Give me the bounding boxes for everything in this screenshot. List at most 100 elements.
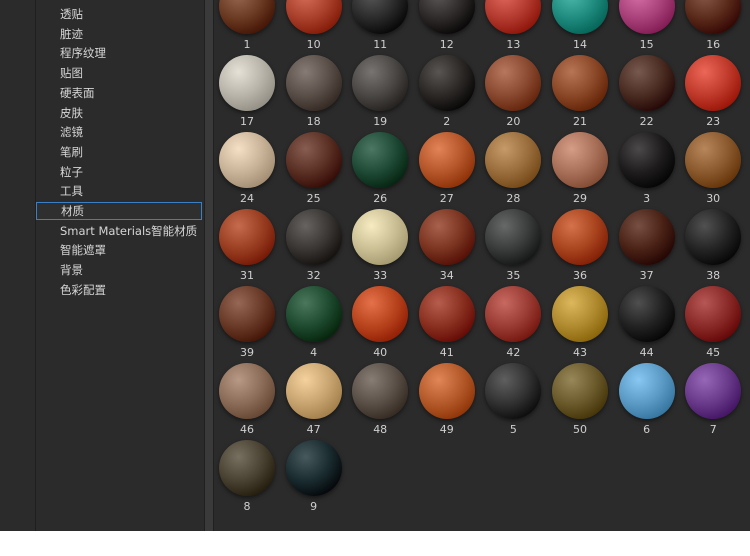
category-item-filters[interactable]: 滤镜: [36, 123, 202, 141]
material-thumbnail[interactable]: 3: [614, 132, 680, 209]
material-thumbnail[interactable]: 11: [347, 0, 413, 55]
material-preview-sphere: [352, 363, 409, 419]
material-thumbnail[interactable]: 2: [414, 55, 480, 132]
material-thumbnail[interactable]: 31: [214, 209, 280, 286]
material-thumbnail[interactable]: 40: [347, 286, 413, 363]
material-label: 50: [573, 423, 587, 436]
category-item-smart-masks[interactable]: 智能遮罩: [36, 241, 202, 259]
material-thumbnail[interactable]: 33: [347, 209, 413, 286]
material-thumbnail[interactable]: 21: [547, 55, 613, 132]
material-label: 3: [643, 192, 651, 205]
material-thumbnail[interactable]: 30: [680, 132, 746, 209]
material-thumbnail[interactable]: 46: [214, 363, 280, 440]
material-label: 44: [639, 346, 654, 359]
material-preview-sphere: [618, 363, 675, 419]
category-item-transparent-decal[interactable]: 透贴: [36, 5, 202, 23]
category-item-skin[interactable]: 皮肤: [36, 104, 202, 122]
material-thumbnail[interactable]: 8: [214, 440, 280, 517]
material-thumbnail[interactable]: 29: [547, 132, 613, 209]
material-thumbnail[interactable]: 39: [214, 286, 280, 363]
material-label: 4: [310, 346, 318, 359]
material-thumbnail[interactable]: 36: [547, 209, 613, 286]
category-item-materials[interactable]: 材质: [36, 202, 202, 220]
material-thumbnail[interactable]: 28: [480, 132, 546, 209]
material-preview-sphere: [285, 286, 342, 342]
material-thumbnail[interactable]: 35: [480, 209, 546, 286]
material-thumbnail[interactable]: 20: [480, 55, 546, 132]
material-thumbnail[interactable]: 41: [414, 286, 480, 363]
material-thumbnail[interactable]: 1: [214, 0, 280, 55]
material-thumbnail[interactable]: 37: [614, 209, 680, 286]
material-thumbnail[interactable]: 44: [614, 286, 680, 363]
material-thumbnail[interactable]: 10: [281, 0, 347, 55]
category-item-hard-surface[interactable]: 硬表面: [36, 84, 202, 102]
material-grid: 1 10 11 12 13 14 15 16 17 18 19 2 20 21 22 23 24 25 26 27 28…: [214, 0, 750, 531]
material-preview-sphere: [219, 363, 275, 419]
material-thumbnail[interactable]: 42: [480, 286, 546, 363]
material-label: 29: [573, 192, 587, 205]
material-thumbnail[interactable]: 24: [214, 132, 280, 209]
material-preview-sphere: [285, 132, 342, 188]
material-label: 15: [639, 38, 654, 51]
material-thumbnail[interactable]: 19: [347, 55, 413, 132]
panel-splitter[interactable]: [204, 0, 214, 531]
material-thumbnail[interactable]: 15: [614, 0, 680, 55]
material-preview-sphere: [285, 209, 342, 265]
material-preview-sphere: [219, 55, 275, 111]
material-preview-sphere: [485, 0, 542, 34]
material-preview-sphere: [618, 286, 675, 342]
category-item-textures[interactable]: 贴图: [36, 64, 202, 82]
material-label: 23: [706, 115, 721, 128]
material-thumbnail[interactable]: 5: [480, 363, 546, 440]
material-preview-sphere: [285, 440, 342, 496]
material-label: 26: [373, 192, 388, 205]
material-label: 39: [240, 346, 254, 359]
material-thumbnail[interactable]: 13: [480, 0, 546, 55]
material-label: 34: [439, 269, 454, 282]
category-item-grunge[interactable]: 脏迹: [36, 25, 202, 43]
material-label: 43: [573, 346, 587, 359]
material-thumbnail[interactable]: 6: [614, 363, 680, 440]
category-item-tools[interactable]: 工具: [36, 182, 202, 200]
material-preview-sphere: [552, 286, 608, 342]
material-thumbnail[interactable]: 4: [281, 286, 347, 363]
material-thumbnail[interactable]: 12: [414, 0, 480, 55]
material-preview-sphere: [685, 0, 742, 34]
material-preview-sphere: [618, 209, 675, 265]
material-thumbnail[interactable]: 25: [281, 132, 347, 209]
material-label: 12: [439, 38, 454, 51]
material-thumbnail[interactable]: 43: [547, 286, 613, 363]
material-thumbnail[interactable]: 47: [281, 363, 347, 440]
material-thumbnail[interactable]: 32: [281, 209, 347, 286]
material-preview-sphere: [418, 0, 475, 34]
material-preview-sphere: [552, 0, 608, 34]
material-thumbnail[interactable]: 48: [347, 363, 413, 440]
material-thumbnail[interactable]: 34: [414, 209, 480, 286]
material-preview-sphere: [685, 55, 742, 111]
material-thumbnail[interactable]: 9: [281, 440, 347, 517]
material-thumbnail[interactable]: 26: [347, 132, 413, 209]
material-thumbnail[interactable]: 27: [414, 132, 480, 209]
category-item-environments[interactable]: 背景: [36, 261, 202, 279]
material-thumbnail[interactable]: 49: [414, 363, 480, 440]
material-preview-sphere: [219, 286, 275, 342]
material-thumbnail[interactable]: 18: [281, 55, 347, 132]
material-thumbnail[interactable]: 38: [680, 209, 746, 286]
category-item-particles[interactable]: 粒子: [36, 163, 202, 181]
category-item-brushes[interactable]: 笔刷: [36, 143, 202, 161]
material-label: 42: [506, 346, 521, 359]
material-thumbnail[interactable]: 17: [214, 55, 280, 132]
category-item-procedural[interactable]: 程序纹理: [36, 44, 202, 62]
material-thumbnail[interactable]: 50: [547, 363, 613, 440]
material-thumbnail[interactable]: 14: [547, 0, 613, 55]
material-label: 48: [373, 423, 388, 436]
material-thumbnail[interactable]: 16: [680, 0, 746, 55]
material-thumbnail[interactable]: 7: [680, 363, 746, 440]
material-thumbnail[interactable]: 45: [680, 286, 746, 363]
category-item-color-profiles[interactable]: 色彩配置: [36, 281, 202, 299]
material-label: 10: [306, 38, 321, 51]
material-thumbnail[interactable]: 23: [680, 55, 746, 132]
material-preview-sphere: [352, 286, 409, 342]
category-item-smart-materials[interactable]: Smart Materials智能材质: [36, 222, 202, 240]
material-thumbnail[interactable]: 22: [614, 55, 680, 132]
